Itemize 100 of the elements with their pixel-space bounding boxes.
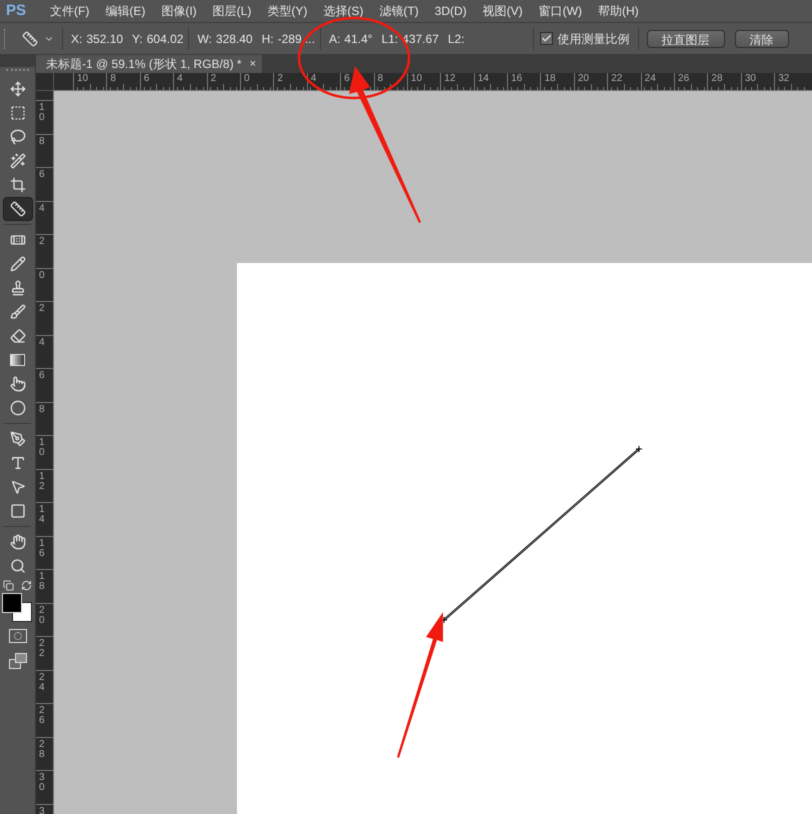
app-logo: PS bbox=[5, 0, 28, 21]
menu-item[interactable]: 文件(F) bbox=[50, 2, 90, 20]
ruler-number: 8 bbox=[39, 404, 45, 414]
ruler-number: 14 bbox=[478, 74, 489, 84]
ruler-number: 18 bbox=[544, 74, 556, 84]
circle-icon bbox=[10, 400, 26, 416]
ruler-number: 16 bbox=[39, 538, 45, 558]
screen-mode-icon[interactable] bbox=[8, 653, 26, 669]
checkbox-label: 使用测量比例 bbox=[558, 30, 630, 48]
color-swatches[interactable] bbox=[2, 593, 32, 623]
ruler-number: 8 bbox=[39, 136, 45, 146]
ruler-number: 12 bbox=[444, 74, 456, 84]
measurement-value: 437.67 bbox=[402, 30, 439, 48]
ruler-number: 10 bbox=[39, 438, 45, 458]
ruler-number: 4 bbox=[177, 74, 183, 84]
check-icon bbox=[540, 33, 552, 44]
ruler-number: 32 bbox=[778, 74, 790, 84]
ruler-number: 30 bbox=[39, 773, 45, 793]
wand-icon bbox=[10, 153, 26, 169]
menu-item[interactable]: 图像(I) bbox=[161, 2, 197, 20]
ruler-icon bbox=[10, 201, 26, 217]
menu-item[interactable]: 类型(Y) bbox=[267, 2, 308, 20]
menu-item[interactable]: 图层(L) bbox=[212, 2, 252, 20]
ruler-number: 20 bbox=[578, 74, 589, 84]
swap-colors-icon[interactable] bbox=[21, 580, 32, 591]
measurement-label: L2: bbox=[448, 30, 465, 48]
toolbar-button[interactable]: 拉直图层 bbox=[646, 30, 725, 48]
stamp-icon bbox=[10, 280, 26, 296]
ruler-number: 20 bbox=[39, 606, 45, 626]
ruler-number: 4 bbox=[39, 338, 45, 348]
gradient-icon bbox=[10, 354, 25, 366]
ruler-number: 0 bbox=[244, 74, 250, 84]
tool-button[interactable] bbox=[2, 197, 32, 221]
ruler-number: 28 bbox=[711, 74, 723, 84]
toolbar-button[interactable]: 清除 bbox=[734, 30, 789, 48]
measurement-value: 604.02 bbox=[146, 30, 184, 48]
tab-title: 未标题-1 @ 59.1% (形状 1, RGB/8) * bbox=[46, 56, 242, 73]
measurement-value: 352.10 bbox=[86, 30, 124, 48]
move-icon bbox=[10, 81, 26, 97]
type-icon bbox=[10, 455, 26, 471]
measurement-label: X: bbox=[71, 30, 82, 48]
ruler-number: 3 bbox=[39, 806, 45, 814]
ruler-number: 24 bbox=[39, 672, 45, 692]
ruler-number: 2 bbox=[39, 304, 45, 314]
measurement-label: L1: bbox=[381, 30, 398, 48]
ruler-number: 16 bbox=[511, 74, 522, 84]
ruler-number: 2 bbox=[39, 237, 45, 247]
pointer-icon bbox=[10, 479, 26, 495]
menu-item[interactable]: 编辑(E) bbox=[105, 2, 146, 20]
measurement-label: A: bbox=[328, 30, 340, 48]
ruler-number: 10 bbox=[39, 103, 45, 123]
hand-icon bbox=[10, 534, 26, 550]
ruler-number: 2 bbox=[210, 74, 216, 84]
ruler-number: 4 bbox=[310, 74, 316, 84]
menu-item[interactable]: 3D(D) bbox=[434, 2, 467, 20]
checkbox[interactable] bbox=[540, 32, 553, 45]
ruler-number: 2 bbox=[277, 74, 283, 84]
ruler-number: 8 bbox=[110, 74, 116, 84]
lasso-icon bbox=[10, 129, 26, 145]
ruler-number: 22 bbox=[39, 639, 45, 659]
tool-preset-picker[interactable] bbox=[22, 30, 54, 46]
ruler-number: 10 bbox=[410, 74, 422, 84]
measurement-value: 41.4° bbox=[344, 30, 372, 48]
ruler-number: 14 bbox=[39, 505, 45, 525]
ruler-number: 6 bbox=[344, 74, 350, 84]
ruler-number: 10 bbox=[77, 74, 88, 84]
ruler-number: 30 bbox=[744, 74, 756, 84]
finger-icon bbox=[10, 376, 26, 392]
close-button[interactable]: × bbox=[250, 56, 256, 72]
ruler-number: 6 bbox=[144, 74, 150, 84]
ruler-number: 6 bbox=[39, 371, 45, 381]
ruler-number: 28 bbox=[39, 740, 45, 760]
ruler-number: 18 bbox=[39, 572, 45, 592]
crop-icon bbox=[10, 177, 26, 193]
pen-icon bbox=[10, 431, 26, 447]
eraser-icon bbox=[10, 328, 26, 344]
pencil-icon bbox=[10, 256, 26, 272]
menu-item[interactable]: 帮助(H) bbox=[598, 2, 639, 20]
ruler-number: 22 bbox=[611, 74, 622, 84]
ruler-number: 26 bbox=[39, 706, 45, 726]
menu-item[interactable]: 视图(V) bbox=[482, 2, 523, 20]
search-icon bbox=[10, 558, 26, 574]
menu-item[interactable]: 窗口(W) bbox=[538, 2, 582, 20]
ruler-number: 26 bbox=[678, 74, 690, 84]
ruler-number: 6 bbox=[39, 170, 45, 180]
marquee-icon bbox=[10, 105, 26, 121]
ruler-number: 12 bbox=[39, 472, 45, 492]
measurement-value: 328.40 bbox=[216, 30, 253, 48]
ruler-icon bbox=[22, 30, 38, 46]
ruler-number: 24 bbox=[644, 74, 656, 84]
measurement-label: W: bbox=[197, 30, 212, 48]
measurement-label: H: bbox=[262, 30, 274, 48]
quick-mask-icon[interactable] bbox=[8, 629, 26, 643]
document-tab[interactable]: 未标题-1 @ 59.1% (形状 1, RGB/8) * × bbox=[36, 55, 262, 73]
menu-item[interactable]: 选择(S) bbox=[323, 2, 364, 20]
rectangle-icon bbox=[10, 503, 26, 519]
menu-item[interactable]: 滤镜(T) bbox=[379, 2, 419, 20]
ruler-number: 4 bbox=[39, 204, 45, 214]
ruler-number: 0 bbox=[39, 270, 45, 280]
default-colors-icon[interactable] bbox=[3, 580, 14, 591]
